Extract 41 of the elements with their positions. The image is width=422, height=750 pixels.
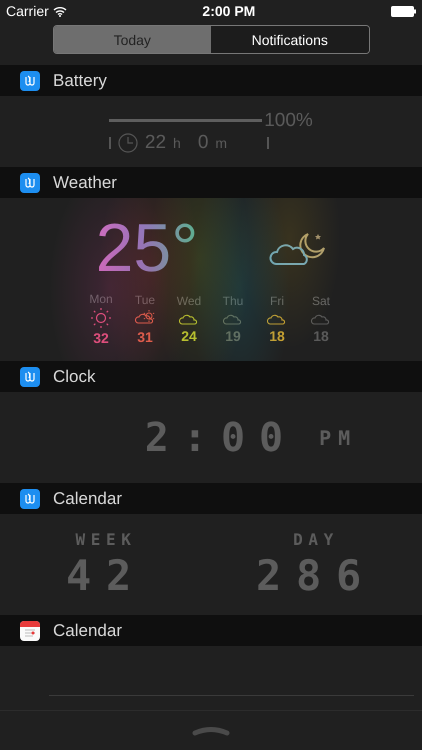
forecast-temperature: 18: [313, 328, 329, 344]
minutes-unit: m: [215, 134, 228, 150]
battery-percent: 100%: [264, 110, 313, 132]
widget-title: Clock: [53, 366, 96, 386]
widget-title: Battery: [53, 70, 107, 90]
status-time: 2:00 PM: [201, 3, 256, 19]
carrier-label: Carrier: [6, 3, 49, 19]
weekday-label: Wed: [176, 294, 202, 308]
widget-title: Weather: [53, 172, 117, 192]
weekday-label: Sat: [312, 294, 330, 308]
weekday-label: Tue: [134, 292, 156, 306]
counter-value: 42: [66, 550, 146, 600]
calendar-icon: [20, 620, 40, 640]
forecast-temperature: 18: [269, 328, 285, 344]
weekday-label: Thu: [222, 294, 244, 308]
forecast-temperature: 31: [137, 328, 153, 344]
weekday-label: Fri: [270, 294, 284, 308]
clock-time: 2:00: [144, 414, 298, 460]
forecast-temperature: 19: [225, 328, 241, 344]
counter-label: WEEK: [76, 530, 136, 548]
clock-icon: [118, 132, 138, 152]
widget-title: Calendar: [53, 488, 122, 508]
app-icon: [20, 488, 40, 508]
app-icon: [20, 366, 40, 386]
widget-title: Calendar: [53, 620, 122, 640]
minutes-value: 0: [198, 132, 208, 154]
battery-icon: [391, 6, 416, 16]
forecast-temperature: 32: [93, 330, 109, 346]
forecast-temperature: 24: [181, 328, 197, 344]
hours-value: 22: [144, 132, 166, 154]
grabber-icon[interactable]: [192, 726, 230, 736]
segment-tab[interactable]: Notifications: [211, 26, 368, 53]
wifi-icon: [52, 6, 67, 16]
app-icon: [20, 70, 40, 90]
counter-value: 286: [256, 550, 376, 600]
app-icon: [20, 172, 40, 192]
counter-label: DAY: [293, 530, 339, 548]
sun-icon: [90, 308, 112, 328]
hours-unit: h: [173, 134, 181, 150]
clock-period: PM: [319, 426, 358, 450]
weekday-label: Mon: [89, 292, 113, 306]
